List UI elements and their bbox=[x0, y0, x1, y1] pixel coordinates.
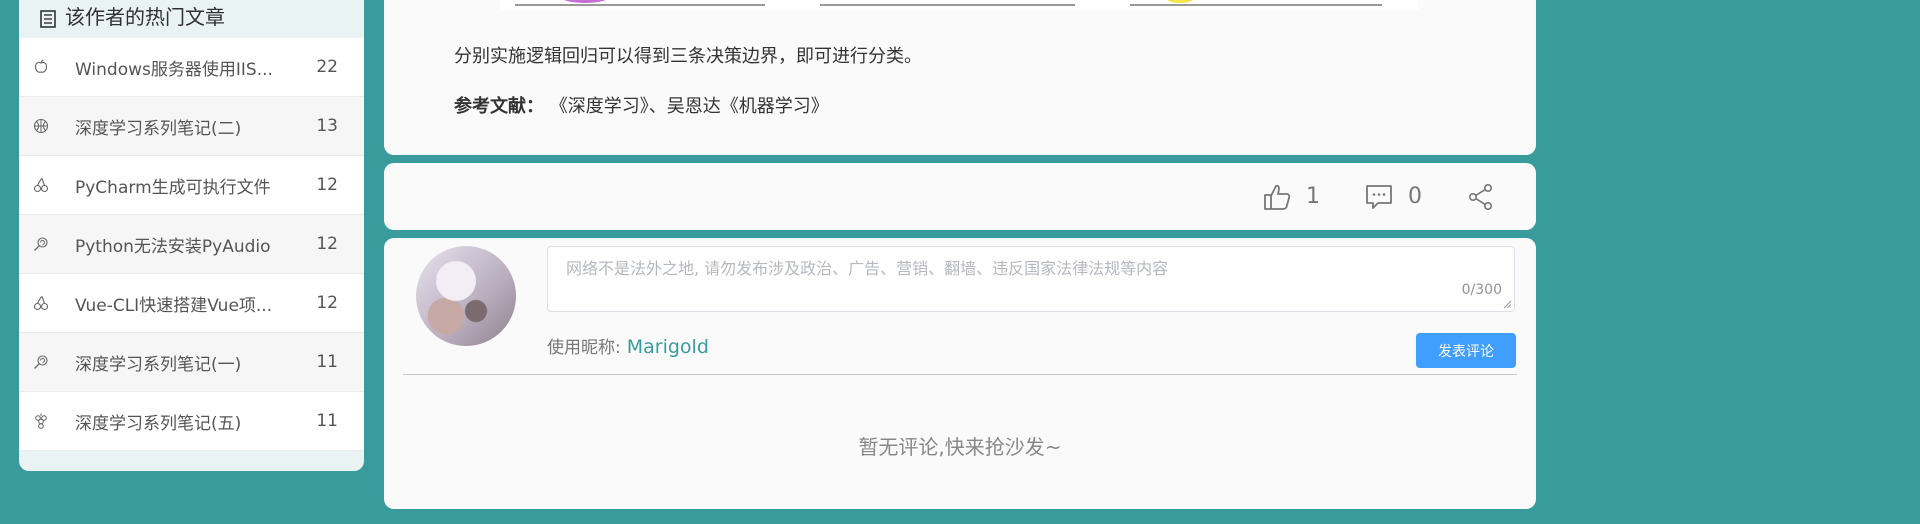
nickname-label: 使用昵称: bbox=[547, 338, 621, 358]
article-count: 22 bbox=[316, 57, 338, 77]
lollipop-icon bbox=[34, 237, 48, 251]
list-item[interactable]: Windows服务器使用IIS... 22 bbox=[19, 38, 364, 97]
no-comments-tip: 暂无评论,快来抢沙发~ bbox=[858, 435, 1062, 459]
article-title: PyCharm生成可执行文件 bbox=[75, 177, 271, 198]
lollipop-icon bbox=[34, 355, 48, 369]
apple-icon bbox=[34, 59, 48, 73]
grape-icon bbox=[35, 413, 47, 429]
article-content-card: 分别实施逻辑回归可以得到三条决策边界，即可进行分类。 参考文献： 《深度学习》、… bbox=[384, 0, 1536, 155]
cherry-icon bbox=[33, 296, 49, 311]
list-item[interactable]: Vue-CLI快速搭建Vue项... 12 bbox=[19, 274, 364, 333]
comment-count: 0 bbox=[1408, 184, 1422, 209]
comment-icon bbox=[1366, 184, 1392, 209]
nickname-row: 使用昵称: Marigold bbox=[547, 333, 709, 358]
thumbs-up-icon bbox=[1264, 184, 1291, 210]
basketball-icon bbox=[33, 118, 49, 134]
list-item[interactable]: PyCharm生成可执行文件 12 bbox=[19, 156, 364, 215]
article-count: 12 bbox=[316, 234, 338, 254]
comment-section: 0/300 使用昵称: Marigold 发表评论 暂无评论,快来抢沙发~ bbox=[384, 238, 1536, 509]
article-conclusion: 分别实施逻辑回归可以得到三条决策边界，即可进行分类。 bbox=[454, 46, 922, 67]
like-button[interactable]: 1 bbox=[1262, 182, 1320, 212]
article-count: 12 bbox=[316, 175, 338, 195]
article-title: Python无法安装PyAudio bbox=[75, 236, 271, 257]
article-count: 12 bbox=[316, 293, 338, 313]
word-count: 0/300 bbox=[1461, 282, 1502, 298]
article-title: Windows服务器使用IIS... bbox=[75, 59, 273, 80]
article-references: 参考文献： 《深度学习》、吴恩达《机器学习》 bbox=[454, 92, 829, 118]
article-title: 深度学习系列笔记(一) bbox=[75, 354, 242, 375]
share-button[interactable] bbox=[1466, 182, 1496, 212]
list-item[interactable]: Python无法安装PyAudio 12 bbox=[19, 215, 364, 274]
like-count: 1 bbox=[1306, 184, 1320, 209]
document-icon bbox=[40, 10, 56, 28]
article-count: 13 bbox=[316, 116, 338, 136]
submit-comment-button[interactable]: 发表评论 bbox=[1416, 333, 1516, 368]
resize-handle-icon[interactable] bbox=[1502, 299, 1512, 309]
article-count: 11 bbox=[316, 411, 338, 431]
article-count: 11 bbox=[316, 352, 338, 372]
article-title: 深度学习系列笔记(二) bbox=[75, 118, 242, 139]
divider bbox=[403, 374, 1517, 375]
article-title: Vue-CLI快速搭建Vue项... bbox=[75, 295, 273, 316]
comment-button[interactable]: 0 bbox=[1364, 182, 1422, 212]
hot-articles-title: 该作者的热门文章 bbox=[65, 5, 225, 29]
comment-input[interactable] bbox=[548, 247, 1514, 311]
references-label: 参考文献： bbox=[454, 96, 544, 117]
hot-articles-list: Windows服务器使用IIS... 22 深度学习系列笔记(二) 13 PyC… bbox=[19, 38, 364, 451]
list-item[interactable]: 深度学习系列笔记(二) 13 bbox=[19, 97, 364, 156]
avatar bbox=[416, 246, 516, 346]
list-item[interactable]: 深度学习系列笔记(五) 11 bbox=[19, 392, 364, 451]
comment-input-wrapper: 0/300 bbox=[547, 246, 1515, 312]
references-text: 《深度学习》、吴恩达《机器学习》 bbox=[549, 96, 829, 117]
article-title: 深度学习系列笔记(五) bbox=[75, 413, 242, 434]
hot-articles-panel: 该作者的热门文章 Windows服务器使用IIS... 22 深度学习系列笔记(… bbox=[19, 0, 364, 471]
list-item[interactable]: 深度学习系列笔记(一) 11 bbox=[19, 333, 364, 392]
hot-articles-header: 该作者的热门文章 bbox=[19, 0, 364, 38]
article-actions-bar: 1 0 bbox=[384, 163, 1536, 230]
nickname: Marigold bbox=[626, 336, 709, 358]
figure-image-bottom bbox=[500, 0, 1418, 10]
share-icon bbox=[1468, 183, 1492, 210]
cherry-icon bbox=[33, 178, 49, 193]
